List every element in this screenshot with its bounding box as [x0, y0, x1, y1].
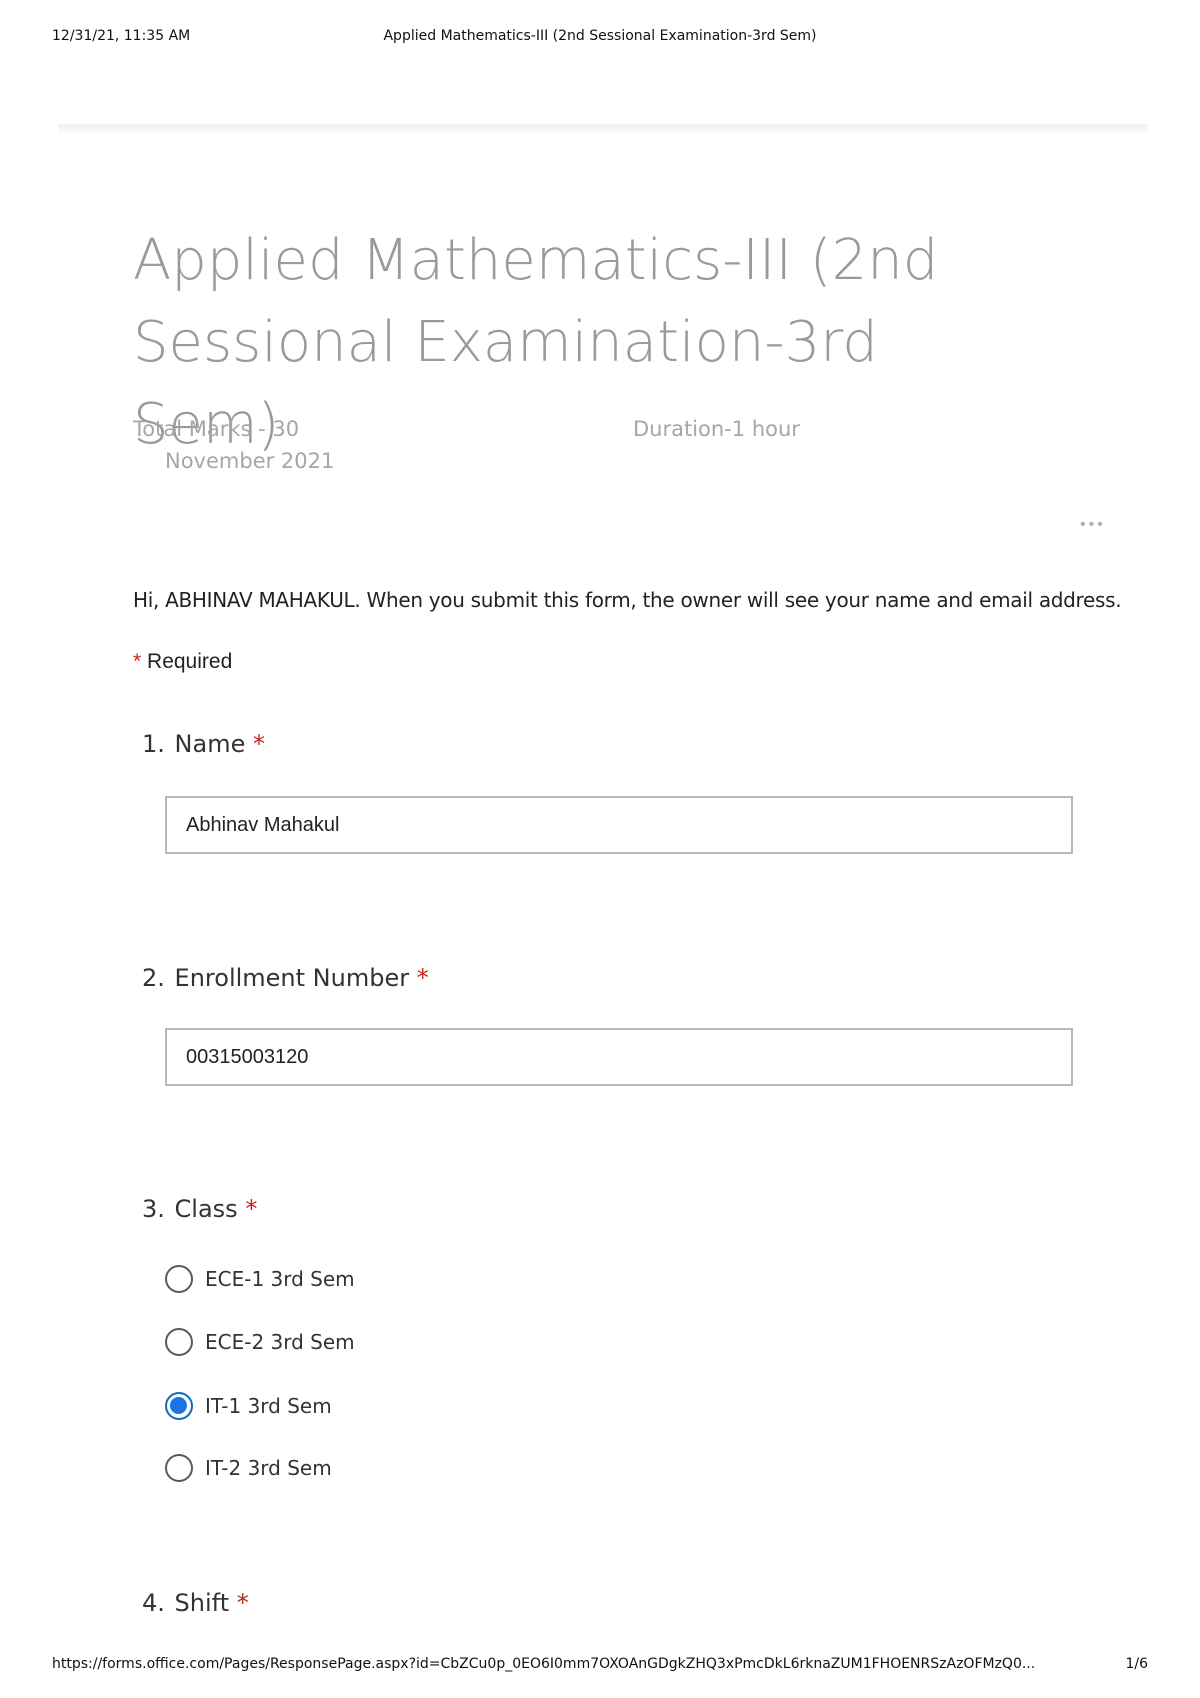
- class-option-it-2[interactable]: IT-2 3rd Sem: [165, 1452, 332, 1484]
- class-option-ece-1[interactable]: ECE-1 3rd Sem: [165, 1263, 355, 1295]
- radio-button-selected[interactable]: [165, 1392, 193, 1420]
- more-options-icon[interactable]: •••: [1080, 516, 1106, 534]
- radio-button[interactable]: [165, 1454, 193, 1482]
- question-label: Class: [174, 1195, 238, 1223]
- print-footer: https://forms.office.com/Pages/ResponseP…: [52, 1656, 1148, 1676]
- question-number: 3.: [142, 1195, 165, 1223]
- question-label: Enrollment Number: [174, 964, 410, 992]
- radio-button[interactable]: [165, 1328, 193, 1356]
- class-option-ece-2[interactable]: ECE-2 3rd Sem: [165, 1326, 355, 1358]
- print-page-url: https://forms.office.com/Pages/ResponseP…: [52, 1656, 1036, 1672]
- required-star: *: [416, 964, 429, 992]
- question-label: Shift: [174, 1589, 230, 1617]
- identity-notice: Hi, ABHINAV MAHAKUL. When you submit thi…: [133, 588, 1122, 612]
- form-header-divider: [58, 124, 1148, 134]
- option-label: ECE-2 3rd Sem: [205, 1330, 355, 1354]
- question-label: Name: [174, 730, 246, 758]
- name-answer-field[interactable]: Abhinav Mahakul: [165, 796, 1073, 854]
- required-star: *: [253, 730, 265, 758]
- required-label: Required: [147, 650, 233, 673]
- exam-date-text: November 2021: [165, 449, 335, 473]
- class-option-it-1[interactable]: IT-1 3rd Sem: [165, 1390, 332, 1422]
- form-title-line-1: Applied Mathematics-III (2nd: [133, 228, 939, 293]
- option-label: ECE-1 3rd Sem: [205, 1267, 355, 1291]
- print-page-number: 1/6: [1125, 1656, 1148, 1672]
- radio-button[interactable]: [165, 1265, 193, 1293]
- required-legend: * Required: [133, 650, 232, 674]
- print-document-title: Applied Mathematics-III (2nd Sessional E…: [383, 28, 817, 44]
- enrollment-number-answer-field[interactable]: 00315003120: [165, 1028, 1073, 1086]
- option-label: IT-1 3rd Sem: [205, 1394, 332, 1418]
- form-description: Total Marks - 30 Duration-1 hour Novembe…: [133, 413, 833, 477]
- total-marks-text: Total Marks - 30: [133, 417, 300, 441]
- question-2-title: 2. Enrollment Number *: [142, 964, 429, 992]
- duration-text: Duration-1 hour: [633, 417, 800, 441]
- question-number: 2.: [142, 964, 165, 992]
- question-number: 1.: [142, 730, 165, 758]
- option-label: IT-2 3rd Sem: [205, 1456, 332, 1480]
- required-star: *: [236, 1589, 249, 1617]
- required-star: *: [133, 650, 142, 673]
- question-3-title: 3. Class *: [142, 1195, 257, 1223]
- question-4-title: 4. Shift *: [142, 1589, 249, 1617]
- question-1-title: 1. Name *: [142, 730, 265, 758]
- question-number: 4.: [142, 1589, 165, 1617]
- required-star: *: [245, 1195, 258, 1223]
- print-header: 12/31/21, 11:35 AM Applied Mathematics-I…: [52, 28, 1148, 48]
